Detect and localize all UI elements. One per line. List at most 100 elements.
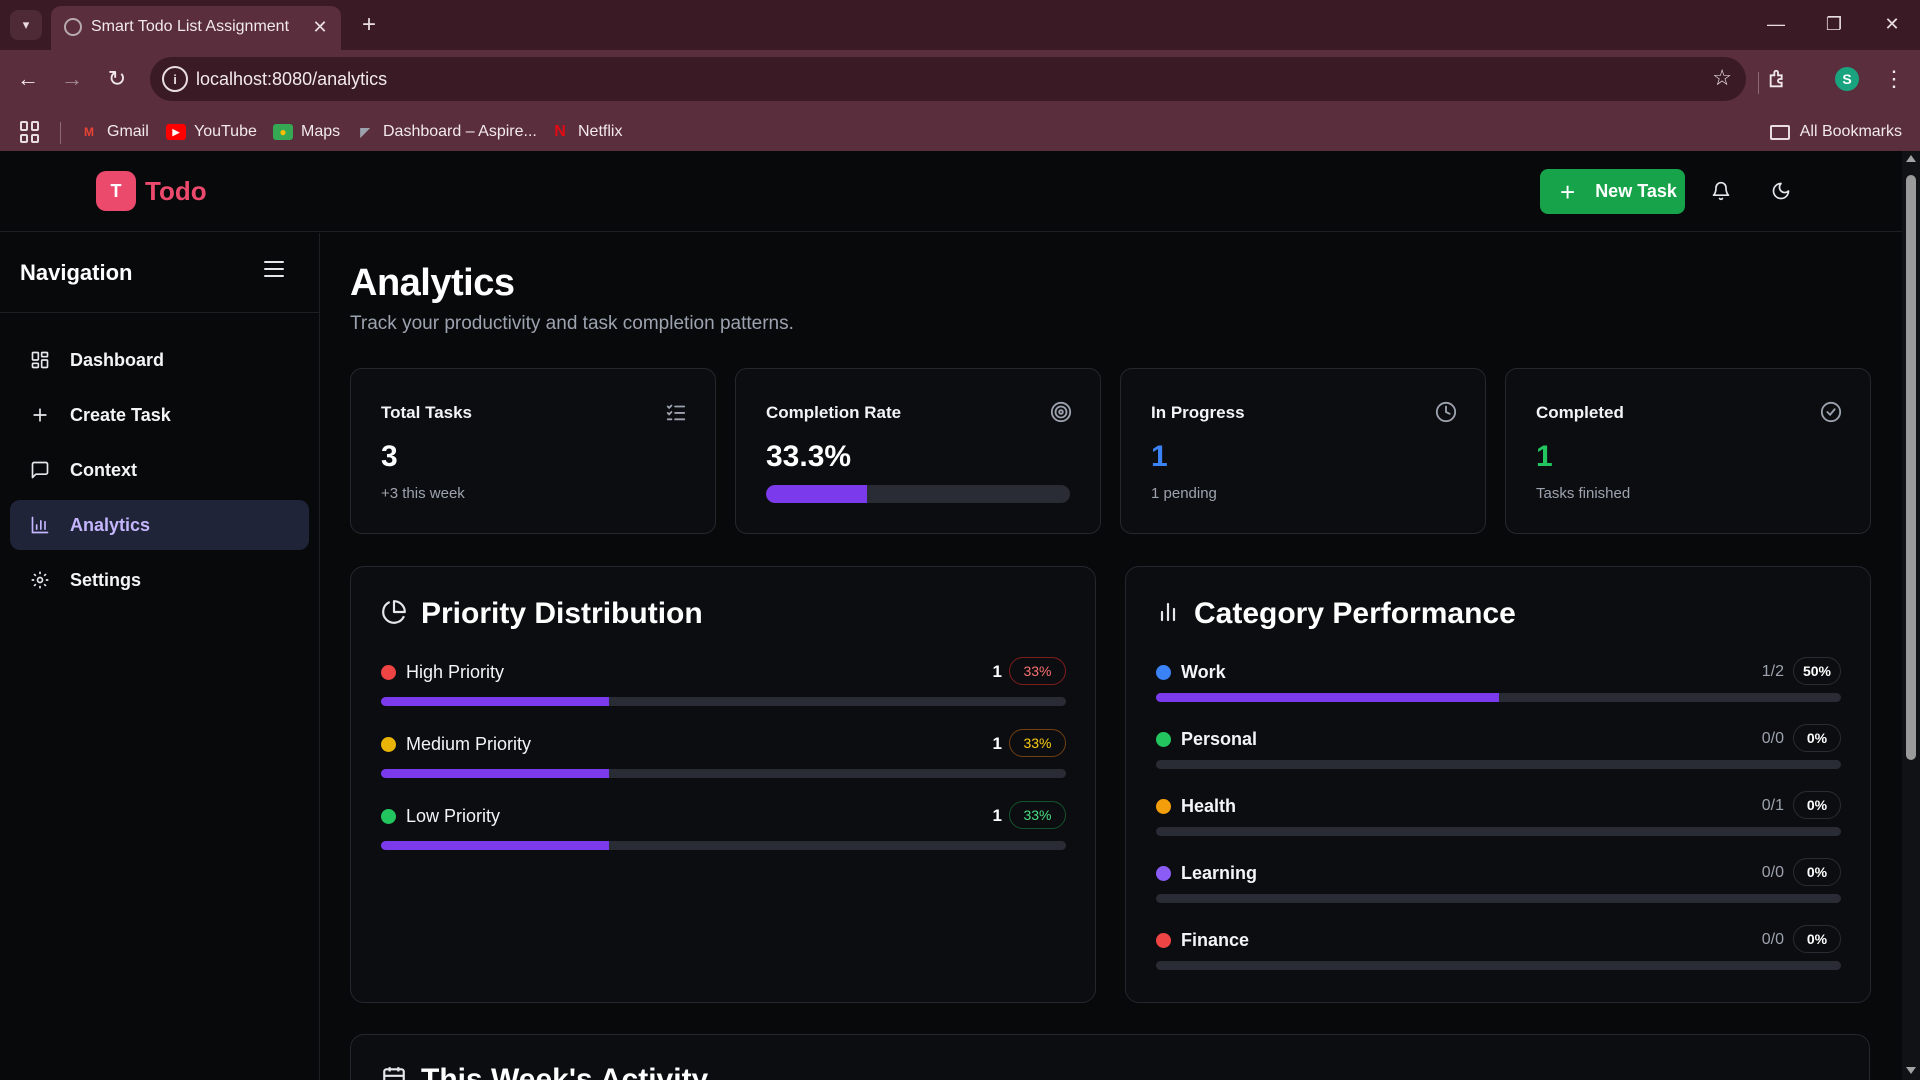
scroll-up-arrow[interactable] — [1906, 155, 1916, 162]
sidebar-item-context[interactable]: Context — [10, 445, 309, 495]
stat-card-total-tasks: Total Tasks 3 +3 this week — [350, 368, 716, 534]
maps-icon: ● — [273, 124, 293, 140]
priority-bar-fill — [381, 841, 610, 850]
priority-label: Low Priority — [406, 806, 501, 826]
priority-bar — [381, 769, 1066, 778]
priority-dot — [381, 665, 396, 680]
forward-icon[interactable]: → — [54, 61, 90, 97]
priority-bar-fill — [381, 697, 610, 706]
bookmark-label: Dashboard – Aspire... — [383, 123, 537, 140]
priority-percent-badge: 33% — [1009, 729, 1066, 757]
sidebar-header: Navigation — [0, 233, 320, 313]
priority-bar — [381, 697, 1066, 706]
priority-bar — [381, 841, 1066, 850]
minimize-icon[interactable]: — — [1756, 8, 1796, 40]
bookmark-youtube[interactable]: ▶ YouTube — [166, 112, 257, 152]
extensions-icon[interactable] — [1762, 63, 1794, 95]
close-tab-icon[interactable]: ✕ — [308, 15, 332, 39]
bookmark-label: YouTube — [194, 123, 257, 140]
plus-icon — [30, 405, 50, 425]
stat-note: 1 pending — [1151, 485, 1217, 502]
new-tab-button[interactable]: + — [354, 10, 384, 40]
category-bar — [1156, 693, 1841, 702]
sidebar-item-settings[interactable]: Settings — [10, 555, 309, 605]
page-scrollbar[interactable] — [1902, 151, 1920, 1080]
category-ratio: 1/2 — [1761, 663, 1784, 680]
category-ratio: 0/0 — [1761, 864, 1784, 881]
sidebar-item-analytics[interactable]: Analytics — [10, 500, 309, 550]
moon-icon[interactable] — [1765, 175, 1797, 207]
sidebar: Navigation Dashboard Create Task Context — [0, 233, 320, 1080]
globe-icon — [64, 18, 82, 36]
reload-icon[interactable]: ↻ — [99, 61, 135, 97]
site-info-icon[interactable]: i — [162, 66, 188, 92]
url-text[interactable]: localhost:8080/analytics — [196, 69, 387, 90]
bar-chart-icon — [1156, 600, 1180, 629]
browser-tab-active[interactable]: Smart Todo List Assignment ✕ — [51, 6, 341, 50]
category-label: Finance — [1181, 930, 1250, 950]
target-icon — [1050, 401, 1072, 423]
back-icon[interactable]: ← — [10, 61, 46, 97]
priority-row-high: High Priority 1 33% — [381, 657, 1066, 706]
logo-badge[interactable]: T — [96, 171, 136, 211]
bell-icon[interactable] — [1705, 175, 1737, 207]
bookmark-label: Gmail — [107, 123, 149, 140]
aspire-icon: ◤ — [360, 125, 370, 139]
sidebar-item-create-task[interactable]: Create Task — [10, 390, 309, 440]
stat-value: 3 — [381, 440, 398, 473]
panel-title: Priority Distribution — [421, 597, 703, 630]
scroll-down-arrow[interactable] — [1906, 1067, 1916, 1074]
bookmark-gmail[interactable]: M Gmail — [79, 112, 149, 152]
priority-dot — [381, 737, 396, 752]
tab-search-button[interactable]: ▾ — [10, 10, 42, 40]
restore-icon[interactable]: ❐ — [1814, 8, 1854, 40]
stat-card-completed: Completed 1 Tasks finished — [1505, 368, 1871, 534]
weekly-activity-panel: This Week's Activity — [350, 1034, 1870, 1080]
category-dot — [1156, 732, 1171, 747]
page-subtitle: Track your productivity and task complet… — [350, 313, 794, 334]
sidebar-item-dashboard[interactable]: Dashboard — [10, 335, 309, 385]
logo-text[interactable]: Todo — [145, 176, 207, 207]
completion-progress-fill — [766, 485, 868, 503]
new-task-button[interactable]: + New Task — [1540, 169, 1685, 214]
browser-menu-icon[interactable]: ⋮ — [1880, 63, 1908, 95]
profile-avatar[interactable]: S — [1835, 67, 1859, 91]
stat-card-completion-rate: Completion Rate 33.3% — [735, 368, 1101, 534]
window-close-icon[interactable]: ✕ — [1872, 8, 1912, 40]
address-bar[interactable]: i localhost:8080/analytics ☆ — [150, 57, 1746, 101]
browser-toolbar: ← → ↻ i localhost:8080/analytics ☆ S ⋮ M… — [0, 50, 1920, 158]
hamburger-menu-icon[interactable] — [264, 261, 284, 277]
category-bar — [1156, 760, 1841, 769]
bookmark-maps[interactable]: ● Maps — [273, 112, 340, 152]
sidebar-title: Navigation — [20, 260, 133, 285]
priority-percent-badge: 33% — [1009, 657, 1066, 685]
category-label: Personal — [1181, 729, 1258, 749]
category-dot — [1156, 933, 1171, 948]
bookmarks-divider — [1758, 72, 1759, 94]
category-dot — [1156, 665, 1171, 680]
bookmark-netflix[interactable]: N Netflix — [550, 112, 622, 152]
category-percent-badge: 0% — [1793, 791, 1841, 819]
stat-value: 1 — [1536, 440, 1553, 473]
sidebar-item-label: Dashboard — [70, 349, 165, 370]
priority-label: Medium Priority — [406, 734, 532, 754]
category-row-learning: Learning 0/0 0% — [1156, 858, 1841, 903]
category-percent-badge: 50% — [1793, 657, 1841, 685]
panel-title: This Week's Activity — [421, 1063, 709, 1080]
scroll-thumb[interactable] — [1906, 175, 1916, 760]
category-dot — [1156, 866, 1171, 881]
all-bookmarks-button[interactable]: All Bookmarks — [1769, 112, 1902, 152]
category-percent-badge: 0% — [1793, 925, 1841, 953]
priority-row-medium: Medium Priority 1 33% — [381, 729, 1066, 778]
bookmark-dashboard-aspire[interactable]: ◤ Dashboard – Aspire... — [355, 112, 537, 152]
category-row-work: Work 1/2 50% — [1156, 657, 1841, 702]
priority-count: 1 — [992, 662, 1002, 681]
category-percent-badge: 0% — [1793, 858, 1841, 886]
dashboard-grid-icon — [30, 350, 50, 370]
apps-grid-icon[interactable] — [20, 121, 42, 143]
calendar-icon — [381, 1065, 407, 1080]
bookmark-star-icon[interactable]: ☆ — [1712, 65, 1732, 91]
app-root: T Todo + New Task Navigation Dashboard C… — [0, 151, 1902, 1080]
pie-chart-icon — [381, 599, 407, 630]
category-row-health: Health 0/1 0% — [1156, 791, 1841, 836]
